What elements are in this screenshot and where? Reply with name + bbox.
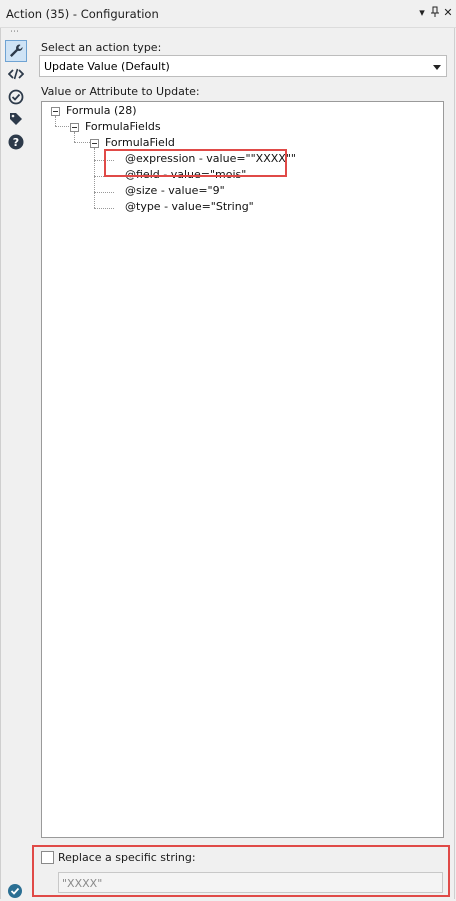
attribute-tree[interactable]: Formula (28) FormulaFields FormulaField …	[41, 101, 444, 838]
replace-string-input[interactable]: "XXXX"	[58, 872, 443, 893]
panel-titlebar: Action (35) - Configuration ▾ ✕	[0, 0, 456, 28]
tree-node[interactable]: @size - value="9"	[125, 184, 225, 197]
tree-node[interactable]: FormulaFields	[85, 120, 161, 133]
dropdown-menu-icon[interactable]: ▾	[415, 6, 429, 20]
action-type-value: Update Value (Default)	[44, 60, 170, 73]
tree-label: Value or Attribute to Update:	[41, 85, 200, 98]
annotation-tag-icon[interactable]	[5, 108, 27, 130]
panel-title: Action (35) - Configuration	[6, 7, 159, 21]
replace-string-label: Replace a specific string:	[58, 851, 196, 864]
selected-node-highlight	[104, 149, 287, 177]
xml-view-icon[interactable]	[5, 63, 27, 85]
chevron-down-icon	[433, 65, 441, 70]
replace-string-checkbox[interactable]	[41, 851, 54, 864]
left-toolbar	[0, 28, 32, 899]
ok-check-icon	[8, 884, 22, 898]
svg-text:?: ?	[13, 136, 19, 149]
tree-connector	[94, 192, 114, 193]
tree-connector	[55, 126, 71, 127]
tree-connector	[94, 208, 114, 209]
connection-icon[interactable]	[5, 86, 27, 108]
configuration-wrench-icon[interactable]	[5, 40, 27, 62]
action-type-label: Select an action type:	[41, 41, 162, 54]
tree-node[interactable]: @type - value="String"	[125, 200, 254, 213]
tree-connector	[55, 116, 56, 126]
tree-node[interactable]: FormulaField	[105, 136, 175, 149]
tree-connector	[74, 142, 90, 143]
tree-connector	[74, 132, 75, 142]
collapse-toggle-icon[interactable]	[51, 107, 60, 116]
action-type-select[interactable]: Update Value (Default)	[39, 55, 447, 77]
collapse-toggle-icon[interactable]	[90, 139, 99, 148]
pin-icon[interactable]	[428, 6, 442, 20]
collapse-toggle-icon[interactable]	[70, 123, 79, 132]
toolbar-grip: ⋯	[10, 27, 20, 37]
help-icon[interactable]: ?	[5, 131, 27, 153]
tree-node[interactable]: Formula (28)	[66, 104, 137, 117]
close-icon[interactable]: ✕	[441, 6, 455, 20]
tree-connector	[94, 148, 95, 208]
